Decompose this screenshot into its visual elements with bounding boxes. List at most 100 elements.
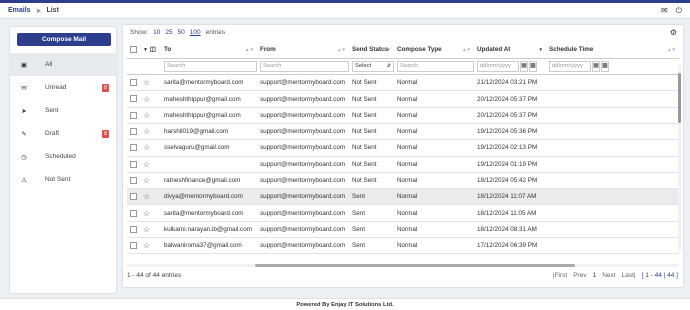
column-header-from[interactable]: From ▲▼ [257,42,349,59]
schedule-time-cell [546,107,679,124]
row-checkbox[interactable] [130,79,137,87]
star-icon[interactable]: ☆ [143,95,150,104]
vertical-scrollbar[interactable] [678,65,681,251]
draft-icon: ✎ [21,130,27,138]
to-cell: ratneshfinance@gmail.com [161,172,257,190]
sidebar-item-scheduled[interactable]: ◷ Scheduled [10,145,118,168]
table-row[interactable]: ☆ kulkarni.narayan.ib@gmail.com support@me… [127,221,679,239]
table-row[interactable]: ☆ support@mentormyboard.com Not Sent Normal… [127,156,679,173]
clear-icon[interactable]: ▩ [529,60,537,72]
sidebar-item-unread[interactable]: ✉ Unread 8 [10,76,118,99]
table-row[interactable]: ☆ ratneshfinance@gmail.com support@mentorm… [127,172,679,190]
star-icon[interactable]: ☆ [143,78,150,87]
row-checkbox[interactable] [130,242,137,250]
schedule-time-cell [546,90,679,108]
row-checkbox[interactable] [130,111,137,119]
column-header-compose-type[interactable]: Compose Type ▲▼ [394,42,474,59]
calendar-icon[interactable]: ▦ [592,60,600,72]
calendar-icon[interactable]: ▦ [520,60,528,72]
star-icon[interactable]: ☆ [143,143,150,152]
row-checkbox[interactable] [130,95,137,103]
select-all-checkbox[interactable] [130,46,137,54]
send-icon: ➤ [21,107,27,115]
last-page-link[interactable]: Last| [622,272,636,279]
chevron-down-icon[interactable]: ▼ [143,47,148,53]
star-icon[interactable]: ☆ [143,241,150,250]
sidebar-item-sent[interactable]: ➤ Sent [10,99,118,122]
sidebar-item-label: Scheduled [45,153,76,160]
star-icon[interactable]: ☆ [143,225,150,234]
length-option-100[interactable]: 100 [190,29,201,36]
table-row[interactable]: ☆ maheshthippur@gmail.com support@mentormy… [127,90,679,108]
type-filter-input[interactable]: Search [397,60,474,72]
to-cell: kulkarni.narayan.ib@gmail.com [161,221,257,239]
compose-type-cell: Normal [394,139,474,157]
star-icon[interactable]: ☆ [143,192,150,201]
row-checkbox[interactable] [130,176,137,184]
star-icon[interactable]: ☆ [143,111,150,120]
column-header-schedule-time[interactable]: Schedule Time ▲▼ [546,42,679,59]
updated-filter-input[interactable]: dd/mm/yyyy [477,60,519,72]
table-row[interactable]: ☆ sselvaguru@gmail.com support@mentormyboa… [127,139,679,157]
row-checkbox[interactable] [130,128,137,136]
table-row[interactable]: ☆ maheshthippur@gmail.com support@mentormy… [127,107,679,124]
table-row[interactable]: ☆ harshil019@gmail.com support@mentormyboa… [127,123,679,141]
length-option-10[interactable]: 10 [153,29,160,36]
sidebar-item-not-sent[interactable]: ⚠ Not Sent [10,168,118,191]
status-cell: Not Sent [349,139,394,157]
page-header: Emails ➤ List ✉ ⏻ [0,3,690,19]
table-row[interactable]: ☆ balwaniroma37@gmail.com support@mentormy… [127,237,679,255]
scrollbar-thumb[interactable] [255,264,575,267]
row-checkbox[interactable] [130,193,137,201]
row-checkbox[interactable] [130,209,137,217]
column-header-send-status[interactable]: Send Status ▲▼ [349,42,394,59]
length-option-25[interactable]: 25 [165,29,172,36]
envelope-icon[interactable]: ✉ [661,6,668,16]
column-toggle-header: ▼ ◫ [140,42,161,59]
power-icon[interactable]: ⏻ [676,6,682,16]
sort-desc-icon: ▼ [538,47,543,52]
star-icon[interactable]: ☆ [143,127,150,136]
table-row[interactable]: ☆ sarita@mentormyboard.com support@mentorm… [127,204,679,222]
current-page[interactable]: 1 [593,272,597,279]
updated-at-cell: 17/12/2024 06:39 PM [474,237,546,255]
length-option-50[interactable]: 50 [178,29,185,36]
length-menu: Show: 10 25 50 100 entries [130,29,225,36]
table-row[interactable]: ☆ sarita@mentormyboard.com support@mentorm… [127,74,679,92]
to-cell: sarita@mentormyboard.com [161,74,257,92]
from-cell: support@mentormyboard.com [257,90,349,108]
schedule-time-cell [546,221,679,239]
column-header-updated-at[interactable]: Updated At ▼ [474,42,546,59]
from-cell: support@mentormyboard.com [257,107,349,124]
to-cell: maheshthippur@gmail.com [161,90,257,108]
to-cell: maheshthippur@gmail.com [161,107,257,124]
compose-mail-button[interactable]: Compose Mail [17,33,111,46]
clear-icon[interactable]: ▩ [601,60,609,72]
horizontal-scrollbar[interactable] [127,264,679,267]
star-icon[interactable]: ☆ [143,160,150,169]
to-cell: harshil019@gmail.com [161,123,257,141]
from-cell: support@mentormyboard.com [257,172,349,190]
row-checkbox[interactable] [130,225,137,233]
sidebar-item-draft[interactable]: ✎ Draft 8 [10,122,118,145]
star-icon[interactable]: ☆ [143,176,150,185]
column-header-to[interactable]: To ▲▼ [161,42,257,59]
star-icon[interactable]: ☆ [143,209,150,218]
row-checkbox[interactable] [130,144,137,152]
status-filter-select[interactable]: Select ⇵ [352,60,394,72]
schedule-filter-input[interactable]: dd/mm/yyyy [549,60,591,72]
next-page-link[interactable]: Next [602,272,615,279]
sidebar-item-all[interactable]: ▣ All [10,53,118,76]
breadcrumb-root[interactable]: Emails [8,7,31,14]
from-filter-input[interactable]: Search [260,60,349,72]
columns-icon[interactable]: ◫ [150,46,156,53]
row-checkbox[interactable] [130,160,137,168]
updated-at-cell: 18/12/2024 05:42 PM [474,172,546,190]
table-row[interactable]: ☆ divya@mentormyboard.com support@mentormy… [127,188,679,206]
length-menu-suffix: entries [205,29,226,36]
first-page-link[interactable]: |First [553,272,567,279]
scrollbar-thumb[interactable] [678,73,681,123]
to-filter-input[interactable]: Search [164,60,257,72]
prev-page-link[interactable]: Prev [573,272,586,279]
gear-icon[interactable]: ⚙ [670,28,677,37]
